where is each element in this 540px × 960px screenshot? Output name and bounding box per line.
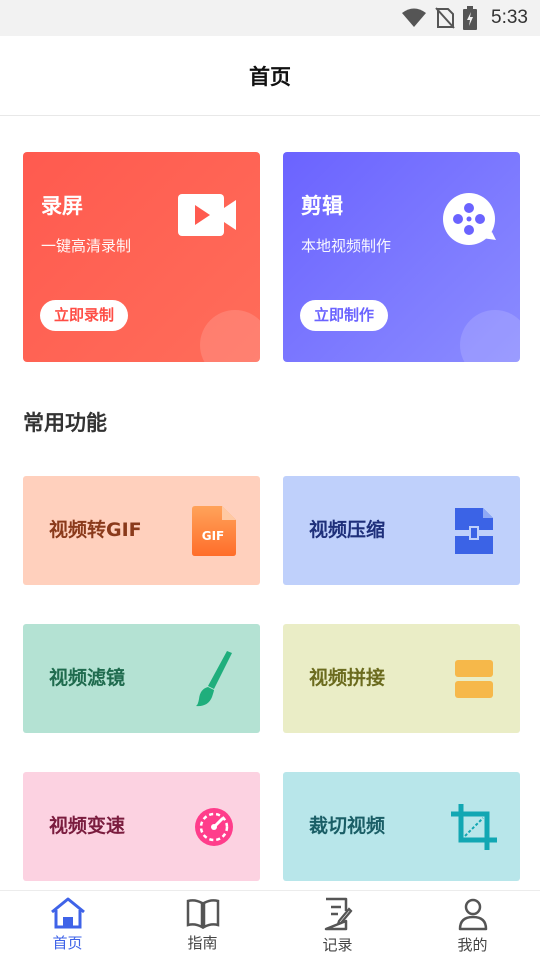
- video-edit-subtitle: 本地视频制作: [301, 237, 392, 255]
- book-icon: [186, 899, 219, 929]
- bottom-nav: 首页 指南 记录 我的: [0, 890, 540, 960]
- nav-item-guide[interactable]: 指南: [135, 891, 270, 960]
- video-crop-label: 裁切视频: [309, 815, 386, 837]
- status-icons: 5:33: [401, 5, 528, 31]
- home-icon: [50, 897, 85, 929]
- nav-item-home[interactable]: 首页: [0, 891, 135, 960]
- start-editing-button[interactable]: 立即制作: [300, 300, 389, 331]
- video-to-gif-label: 视频转GIF: [49, 519, 142, 541]
- nav-label-records: 记录: [322, 936, 353, 954]
- film-reel-icon: [443, 193, 496, 245]
- video-compress-tile[interactable]: 视频压缩: [283, 476, 520, 585]
- paintbrush-icon: [190, 651, 238, 707]
- document-edit-icon: [324, 897, 352, 931]
- nav-label-profile: 我的: [457, 936, 488, 954]
- video-merge-label: 视频拼接: [309, 667, 386, 689]
- nav-item-records[interactable]: 记录: [270, 891, 405, 960]
- compress-file-icon: [450, 503, 498, 559]
- screen-record-title: 录屏: [41, 194, 83, 218]
- decorative-circle: [200, 310, 260, 362]
- no-sim-icon: [435, 7, 455, 29]
- video-camera-icon: [178, 194, 236, 236]
- video-edit-title: 剪辑: [301, 194, 343, 218]
- user-icon: [458, 898, 487, 931]
- svg-text:GIF: GIF: [202, 529, 225, 543]
- status-time: 5:33: [491, 7, 528, 28]
- video-filter-tile[interactable]: 视频滤镜: [23, 624, 260, 733]
- video-filter-label: 视频滤镜: [49, 667, 126, 689]
- nav-label-home: 首页: [52, 934, 83, 952]
- battery-icon: [463, 6, 478, 30]
- wifi-icon: [402, 8, 427, 27]
- page-title: 首页: [249, 64, 291, 89]
- video-speed-label: 视频变速: [49, 815, 126, 837]
- nav-item-profile[interactable]: 我的: [405, 891, 540, 960]
- section-title-common-functions: 常用功能: [23, 411, 107, 435]
- app-header: 首页: [0, 36, 540, 116]
- gif-file-icon: GIF: [190, 503, 238, 559]
- video-compress-label: 视频压缩: [309, 519, 386, 541]
- nav-label-guide: 指南: [187, 934, 218, 952]
- status-bar: 5:33: [0, 0, 540, 36]
- speedometer-icon: [190, 799, 238, 855]
- decorative-circle: [460, 310, 520, 362]
- start-recording-button[interactable]: 立即录制: [40, 300, 129, 331]
- stack-blocks-icon: [450, 651, 498, 707]
- crop-icon: [450, 799, 498, 855]
- video-merge-tile[interactable]: 视频拼接: [283, 624, 520, 733]
- screen-record-card[interactable]: 录屏 一键高清录制 立即录制: [23, 152, 260, 362]
- video-crop-tile[interactable]: 裁切视频: [283, 772, 520, 881]
- video-to-gif-tile[interactable]: 视频转GIF GIF: [23, 476, 260, 585]
- video-edit-card[interactable]: 剪辑 本地视频制作 立即制作: [283, 152, 520, 362]
- video-speed-tile[interactable]: 视频变速: [23, 772, 260, 881]
- screen-record-subtitle: 一键高清录制: [41, 237, 132, 255]
